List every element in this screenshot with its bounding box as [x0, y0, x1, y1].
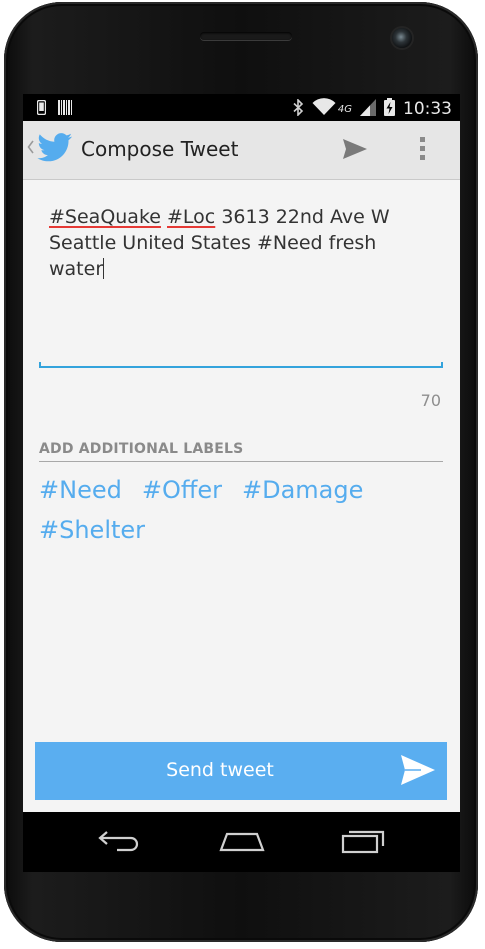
phone-icon: [36, 99, 47, 119]
send-icon[interactable]: [343, 139, 367, 163]
home-icon[interactable]: [219, 828, 265, 856]
battery-charging-icon: [384, 98, 395, 120]
screen: 4G 10:33 Compose Tweet #SeaQuake #Loc 36…: [23, 94, 460, 812]
network-type-label: 4G: [337, 103, 352, 115]
action-bar: Compose Tweet: [23, 121, 460, 180]
overflow-menu-icon[interactable]: [419, 136, 427, 166]
twitter-bird-icon[interactable]: [37, 133, 73, 167]
recent-apps-icon[interactable]: [341, 828, 385, 858]
character-counter: 70: [420, 391, 441, 410]
signal-icon: [360, 98, 376, 120]
text-cursor: [103, 258, 105, 279]
label-need[interactable]: #Need: [39, 474, 122, 506]
tweet-compose-field[interactable]: #SeaQuake #Loc 3613 22nd Ave W Seattle U…: [49, 204, 419, 282]
barcode-icon: [58, 100, 72, 119]
navigation-bar: [23, 812, 460, 872]
hashtag-loc: #Loc: [167, 206, 216, 228]
send-icon: [401, 755, 435, 789]
send-tweet-label: Send tweet: [166, 759, 274, 781]
page-title: Compose Tweet: [81, 137, 239, 161]
back-icon[interactable]: [97, 828, 141, 856]
front-camera: [392, 28, 412, 48]
label-damage[interactable]: #Damage: [242, 474, 363, 506]
bluetooth-icon: [293, 97, 304, 120]
labels-list: #Need #Offer #Damage #Shelter: [39, 474, 419, 546]
label-offer[interactable]: #Offer: [142, 474, 222, 506]
send-tweet-button[interactable]: Send tweet: [35, 742, 447, 800]
earpiece-speaker: [200, 32, 292, 40]
hashtag-seaquake: #SeaQuake: [49, 206, 161, 228]
status-time: 10:33: [403, 99, 452, 119]
wifi-icon: [312, 98, 336, 120]
input-underline: [39, 362, 443, 368]
labels-section-header: ADD ADDITIONAL LABELS: [39, 441, 443, 462]
status-bar: 4G 10:33: [23, 94, 460, 121]
up-caret-icon[interactable]: [27, 140, 34, 158]
label-shelter[interactable]: #Shelter: [39, 514, 145, 546]
